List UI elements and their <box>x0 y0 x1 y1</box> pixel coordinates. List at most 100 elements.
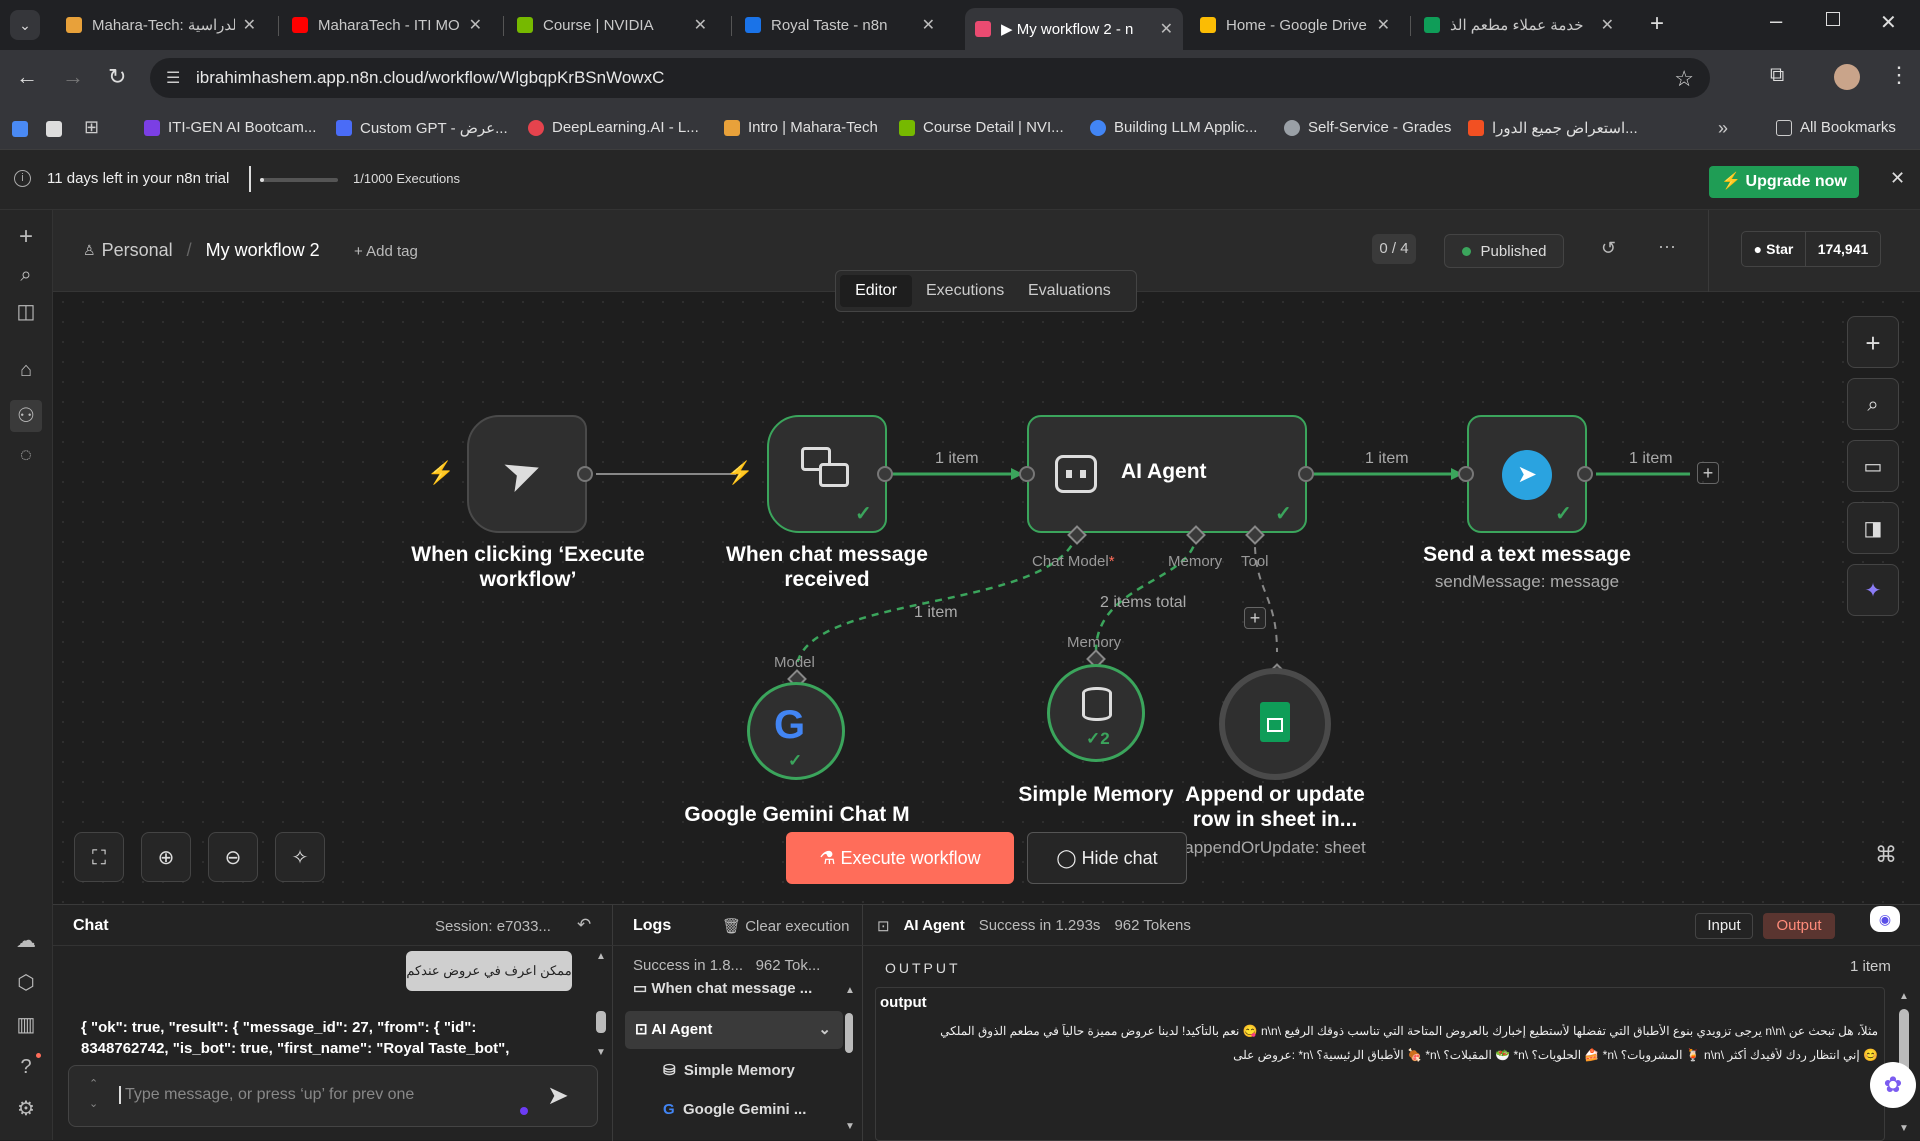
close-banner-icon[interactable]: ✕ <box>1890 168 1905 189</box>
ai-assistant-icon[interactable]: ✦ <box>1847 564 1899 616</box>
browser-tab[interactable]: Course | NVIDIA ✕ <box>507 8 717 42</box>
cloud-icon[interactable]: ☁ <box>14 929 38 953</box>
breadcrumb-project[interactable]: Personal <box>102 240 173 261</box>
restore-icon[interactable] <box>1826 12 1840 26</box>
add-node-icon[interactable]: + <box>1847 316 1899 368</box>
sticky-note-icon[interactable]: ▭ <box>1847 440 1899 492</box>
close-tab-icon[interactable]: ✕ <box>469 15 482 35</box>
node-telegram[interactable]: ➤ ✓ <box>1467 415 1587 533</box>
panel-toggle-icon[interactable]: ◨ <box>1847 502 1899 554</box>
browser-tab[interactable]: MaharaTech - ITI MO ✕ <box>282 8 492 42</box>
close-tab-icon[interactable]: ✕ <box>694 15 707 35</box>
settings-icon[interactable]: ⚙ <box>14 1097 38 1121</box>
log-item[interactable]: ⛁ Simple Memory <box>663 1061 795 1079</box>
close-tab-icon[interactable]: ✕ <box>922 15 935 35</box>
insights-icon[interactable]: ▥ <box>14 1013 38 1037</box>
tidy-up-icon[interactable]: ✧ <box>275 832 325 882</box>
back-icon[interactable]: ← <box>16 64 38 90</box>
node-chat-trigger[interactable]: ✓ <box>767 415 887 533</box>
bookmark-item[interactable]: Course Detail | NVI... <box>899 119 1064 136</box>
output-port[interactable] <box>877 466 893 482</box>
upgrade-button[interactable]: ⚡ Upgrade now <box>1709 166 1859 198</box>
fit-view-icon[interactable]: ⛶ <box>74 832 124 882</box>
logs-scrollbar[interactable]: ▲ ▼ <box>845 985 855 1135</box>
chat-input[interactable]: Type message, or press ‘up’ for prev one <box>119 1086 414 1104</box>
templates-icon[interactable]: ⬡ <box>14 971 38 995</box>
publish-status[interactable]: Published <box>1444 234 1564 268</box>
bookmark-item[interactable]: DeepLearning.AI - L... <box>528 119 699 136</box>
chevron-down-icon[interactable]: ⌄ <box>818 1011 831 1049</box>
reload-icon[interactable]: ↻ <box>108 64 126 90</box>
log-item[interactable]: G Google Gemini ... <box>663 1101 806 1118</box>
sidebar-toggle-icon[interactable]: ◫ <box>14 300 38 324</box>
add-tool-icon[interactable]: + <box>1244 607 1266 629</box>
close-tab-icon[interactable]: ✕ <box>1601 15 1614 35</box>
help-icon[interactable]: ? <box>14 1055 38 1079</box>
node-manual-trigger[interactable]: ➤ <box>467 415 587 533</box>
output-port[interactable] <box>1577 466 1593 482</box>
history-icon[interactable]: ↺ <box>1601 238 1616 259</box>
search-nodes-icon[interactable]: ⌕ <box>1847 378 1899 430</box>
bookmark-item[interactable]: استعراض جميع الدورا... <box>1468 119 1638 137</box>
apps-grid-icon[interactable]: ⊞ <box>84 117 99 138</box>
bookmark-app-icon[interactable] <box>12 121 28 137</box>
hide-chat-button[interactable]: ◯ Hide chat <box>1027 832 1187 884</box>
chat-icon[interactable]: ◌ <box>14 443 38 467</box>
node-simple-memory[interactable]: ✓2 <box>1047 664 1145 762</box>
assistant-bubble-icon[interactable]: ◉ <box>1870 906 1900 932</box>
zoom-out-icon[interactable]: ⊖ <box>208 832 258 882</box>
zoom-in-icon[interactable]: ⊕ <box>141 832 191 882</box>
send-icon[interactable]: ➤ <box>547 1080 569 1111</box>
clear-execution-button[interactable]: 🗑 Clear execution <box>722 917 849 935</box>
add-icon[interactable]: + <box>14 225 38 249</box>
bookmark-item[interactable]: Intro | Mahara-Tech <box>724 119 878 136</box>
reset-session-icon[interactable]: ↶ <box>577 915 591 935</box>
close-tab-icon[interactable]: ✕ <box>243 15 256 35</box>
close-tab-icon[interactable]: ✕ <box>1160 19 1173 39</box>
bookmark-app-icon[interactable] <box>46 121 62 137</box>
browser-tab[interactable]: خدمة عملاء مطعم الذ ✕ <box>1414 8 1624 42</box>
bookmark-star-icon[interactable]: ☆ <box>1674 66 1694 92</box>
all-bookmarks[interactable]: All Bookmarks <box>1776 119 1896 136</box>
extensions-icon[interactable]: ⧉ <box>1770 64 1784 87</box>
bookmark-item[interactable]: ITI-GEN AI Bootcam... <box>144 119 316 136</box>
site-settings-icon[interactable]: ☰ <box>166 68 180 88</box>
avatar[interactable] <box>1834 64 1860 90</box>
search-icon[interactable]: ⌕ <box>14 263 38 287</box>
browser-tab[interactable]: Mahara-Tech: الدراسية✕ <box>56 8 266 42</box>
bookmark-item[interactable]: Building LLM Applic... <box>1090 119 1257 136</box>
close-tab-icon[interactable]: ✕ <box>1377 15 1390 35</box>
node-ai-agent[interactable]: AI Agent ✓ <box>1027 415 1307 533</box>
bookmark-item[interactable]: Self-Service - Grades <box>1284 119 1451 136</box>
floating-extension-icon[interactable]: ✿ <box>1870 1062 1916 1108</box>
chat-scrollbar[interactable]: ▲ ▼ <box>596 951 606 1059</box>
history-nav-icon[interactable]: ⌃ ⌄ <box>89 1074 98 1114</box>
log-item[interactable]: ▭ When chat message ... <box>633 979 812 997</box>
log-item-selected[interactable]: ⊡ AI Agent ⌄ <box>625 1011 843 1049</box>
input-tab[interactable]: Input <box>1695 913 1753 939</box>
add-tag-button[interactable]: + Add tag <box>354 243 418 260</box>
input-port[interactable] <box>1458 466 1474 482</box>
user-icon[interactable]: ⚇ <box>10 400 42 432</box>
more-options-icon[interactable]: ··· <box>1658 236 1676 257</box>
tab-search-button[interactable]: ⌄ <box>10 10 40 40</box>
node-gemini[interactable]: G ✓ <box>747 682 845 780</box>
browser-tab-active[interactable]: ▶ My workflow 2 - n ✕ <box>965 8 1183 50</box>
input-port[interactable] <box>1019 466 1035 482</box>
close-window-icon[interactable]: ✕ <box>1880 10 1897 35</box>
workflow-name[interactable]: My workflow 2 <box>206 240 320 261</box>
github-star-button[interactable]: ● Star 174,941 <box>1741 231 1881 267</box>
address-bar[interactable]: ☰ ibrahimhashem.app.n8n.cloud/workflow/W… <box>150 58 1710 98</box>
forward-icon[interactable]: → <box>62 64 84 90</box>
output-port[interactable] <box>577 466 593 482</box>
add-node-icon[interactable]: + <box>1697 462 1719 484</box>
output-tab[interactable]: Output <box>1763 913 1835 939</box>
browser-tab[interactable]: Home - Google Drive ✕ <box>1190 8 1400 42</box>
home-icon[interactable]: ⌂ <box>14 358 38 382</box>
node-google-sheets[interactable] <box>1219 668 1331 780</box>
execute-workflow-button[interactable]: ⚗ Execute workflow <box>786 832 1014 884</box>
output-port[interactable] <box>1298 466 1314 482</box>
bookmark-item[interactable]: Custom GPT - عرض... <box>336 119 508 137</box>
more-bookmarks-icon[interactable]: » <box>1718 118 1728 139</box>
new-tab-icon[interactable]: + <box>1650 10 1664 38</box>
